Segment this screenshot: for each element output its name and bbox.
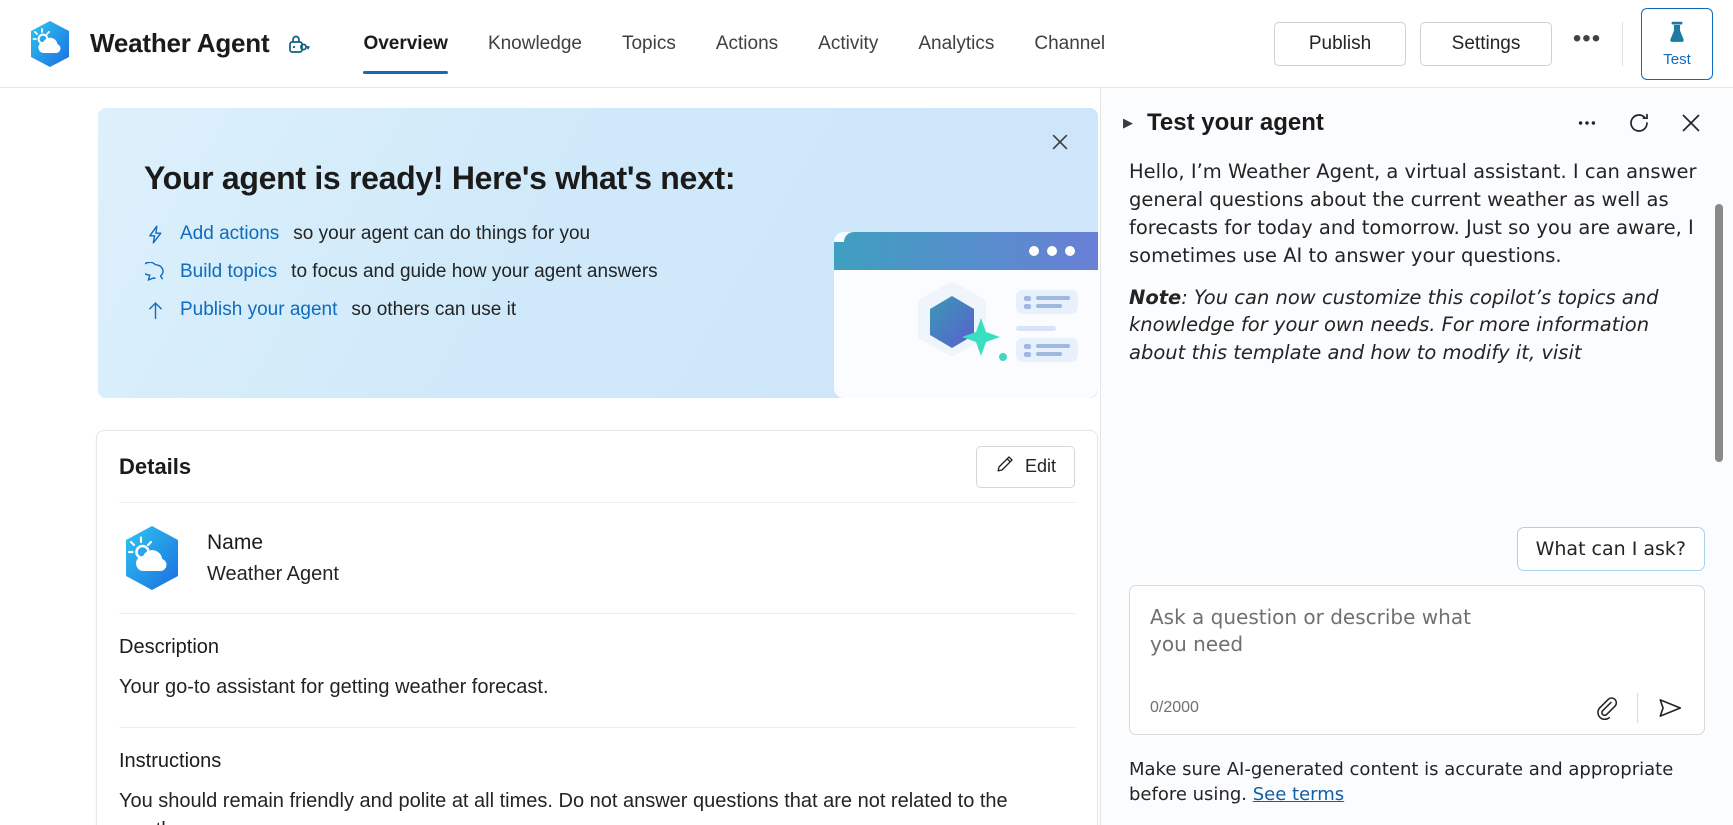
app-body: Your agent is ready! Here's what's next:… xyxy=(0,88,1733,825)
tab-label: Overview xyxy=(363,33,448,55)
message-input-placeholder: Ask a question or describe what you need xyxy=(1150,604,1480,680)
agent-message: Hello, I’m Weather Agent, a virtual assi… xyxy=(1129,158,1705,367)
chat-transcript[interactable]: Hello, I’m Weather Agent, a virtual assi… xyxy=(1101,158,1733,527)
tab-label: Topics xyxy=(622,33,676,55)
compose-divider xyxy=(1637,693,1638,723)
banner-item-add-actions: Add actions so your agent can do things … xyxy=(144,223,1098,245)
expand-caret-icon[interactable]: ▶ xyxy=(1123,115,1137,131)
tab-label: Channel xyxy=(1034,33,1105,55)
header-divider xyxy=(1622,22,1623,66)
add-actions-link[interactable]: Add actions xyxy=(180,223,279,245)
description-label: Description xyxy=(119,636,1075,659)
character-counter: 0/2000 xyxy=(1150,699,1199,717)
paperclip-icon[interactable] xyxy=(1589,692,1621,724)
suggestion-chip-what-can-i-ask[interactable]: What can I ask? xyxy=(1517,527,1705,571)
app-root: Weather Agent Overview Knowledge Topics … xyxy=(0,0,1733,825)
tab-topics[interactable]: Topics xyxy=(602,0,696,88)
test-panel-header: ▶ Test your agent xyxy=(1101,88,1733,158)
tab-analytics[interactable]: Analytics xyxy=(898,0,1014,88)
agent-message-paragraph: Hello, I’m Weather Agent, a virtual assi… xyxy=(1129,158,1705,270)
pencil-icon xyxy=(995,454,1015,479)
chat-scrollbar[interactable] xyxy=(1715,204,1723,462)
page-title: Weather Agent xyxy=(90,28,269,59)
main-tabs: Overview Knowledge Topics Actions Activi… xyxy=(343,0,1125,88)
details-title: Details xyxy=(119,454,191,480)
test-button-label: Test xyxy=(1663,51,1691,68)
banner-item-text: so others can use it xyxy=(351,299,516,321)
refresh-icon[interactable] xyxy=(1623,107,1655,139)
tab-channel[interactable]: Channel xyxy=(1014,0,1125,88)
name-value: Weather Agent xyxy=(207,563,339,586)
app-header: Weather Agent Overview Knowledge Topics … xyxy=(0,0,1733,88)
banner-item-text: to focus and guide how your agent answer… xyxy=(291,261,658,283)
agent-avatar-icon xyxy=(119,525,185,591)
compose-tools xyxy=(1589,692,1686,724)
banner-item-text: so your agent can do things for you xyxy=(293,223,590,245)
test-panel-actions xyxy=(1571,107,1707,139)
publish-button[interactable]: Publish xyxy=(1274,22,1406,66)
more-horizontal-icon[interactable] xyxy=(1571,107,1603,139)
edit-button[interactable]: Edit xyxy=(976,446,1075,488)
tab-actions[interactable]: Actions xyxy=(696,0,798,88)
main-content: Your agent is ready! Here's what's next:… xyxy=(0,88,1100,825)
flask-icon xyxy=(1664,19,1690,48)
lightning-bolt-icon xyxy=(144,223,166,245)
header-actions: Publish Settings ••• Test xyxy=(1274,8,1723,80)
publish-agent-link[interactable]: Publish your agent xyxy=(180,299,337,321)
details-instructions-block: Instructions You should remain friendly … xyxy=(119,728,1075,825)
build-topics-link[interactable]: Build topics xyxy=(180,261,277,283)
ai-disclaimer: Make sure AI-generated content is accura… xyxy=(1101,735,1733,825)
details-header: Details Edit xyxy=(119,431,1075,503)
tab-overview[interactable]: Overview xyxy=(343,0,468,88)
message-input-box[interactable]: Ask a question or describe what you need… xyxy=(1129,585,1705,735)
tab-label: Analytics xyxy=(918,33,994,55)
banner-list: Add actions so your agent can do things … xyxy=(144,223,1098,321)
close-icon[interactable] xyxy=(1675,107,1707,139)
compose-area: Ask a question or describe what you need… xyxy=(1101,585,1733,735)
name-label: Name xyxy=(207,531,339,555)
tab-label: Activity xyxy=(818,33,878,55)
agent-message-note: Note: You can now customize this copilot… xyxy=(1129,284,1705,368)
chat-bubble-icon xyxy=(144,261,166,283)
arrow-up-icon xyxy=(144,299,166,321)
banner-item-publish-agent: Publish your agent so others can use it xyxy=(144,299,1098,321)
details-name-row: Name Weather Agent xyxy=(119,503,1075,614)
onboarding-banner: Your agent is ready! Here's what's next:… xyxy=(98,108,1098,398)
note-label: Note xyxy=(1129,286,1181,309)
note-text: : You can now customize this copilot’s t… xyxy=(1129,286,1659,365)
test-panel-title: Test your agent xyxy=(1147,109,1324,137)
details-card: Details Edit xyxy=(96,430,1098,825)
see-terms-link[interactable]: See terms xyxy=(1253,784,1344,805)
test-button[interactable]: Test xyxy=(1641,8,1713,80)
send-icon[interactable] xyxy=(1654,692,1686,724)
chat-fade-overlay xyxy=(1101,499,1733,527)
tab-knowledge[interactable]: Knowledge xyxy=(468,0,602,88)
tab-label: Knowledge xyxy=(488,33,582,55)
banner-item-build-topics: Build topics to focus and guide how your… xyxy=(144,261,1098,283)
instructions-label: Instructions xyxy=(119,750,1075,773)
lock-key-icon xyxy=(287,31,313,57)
agent-avatar-icon xyxy=(26,20,74,68)
settings-button[interactable]: Settings xyxy=(1420,22,1552,66)
tab-label: Actions xyxy=(716,33,778,55)
test-agent-panel: ▶ Test your agent xyxy=(1100,88,1733,825)
compose-toolbar: 0/2000 xyxy=(1150,692,1686,724)
instructions-value: You should remain friendly and polite at… xyxy=(119,787,1075,825)
details-description-block: Description Your go-to assistant for get… xyxy=(119,614,1075,728)
brand: Weather Agent xyxy=(26,20,313,68)
header-more-button[interactable]: ••• xyxy=(1566,23,1608,65)
banner-content: Your agent is ready! Here's what's next:… xyxy=(98,108,1098,321)
suggestion-row: What can I ask? xyxy=(1101,527,1733,571)
tab-activity[interactable]: Activity xyxy=(798,0,898,88)
details-name-block: Name Weather Agent xyxy=(207,531,339,586)
edit-button-label: Edit xyxy=(1025,456,1056,477)
disclaimer-text: Make sure AI-generated content is accura… xyxy=(1129,759,1673,805)
banner-title: Your agent is ready! Here's what's next: xyxy=(144,160,1098,197)
description-value: Your go-to assistant for getting weather… xyxy=(119,673,1075,703)
